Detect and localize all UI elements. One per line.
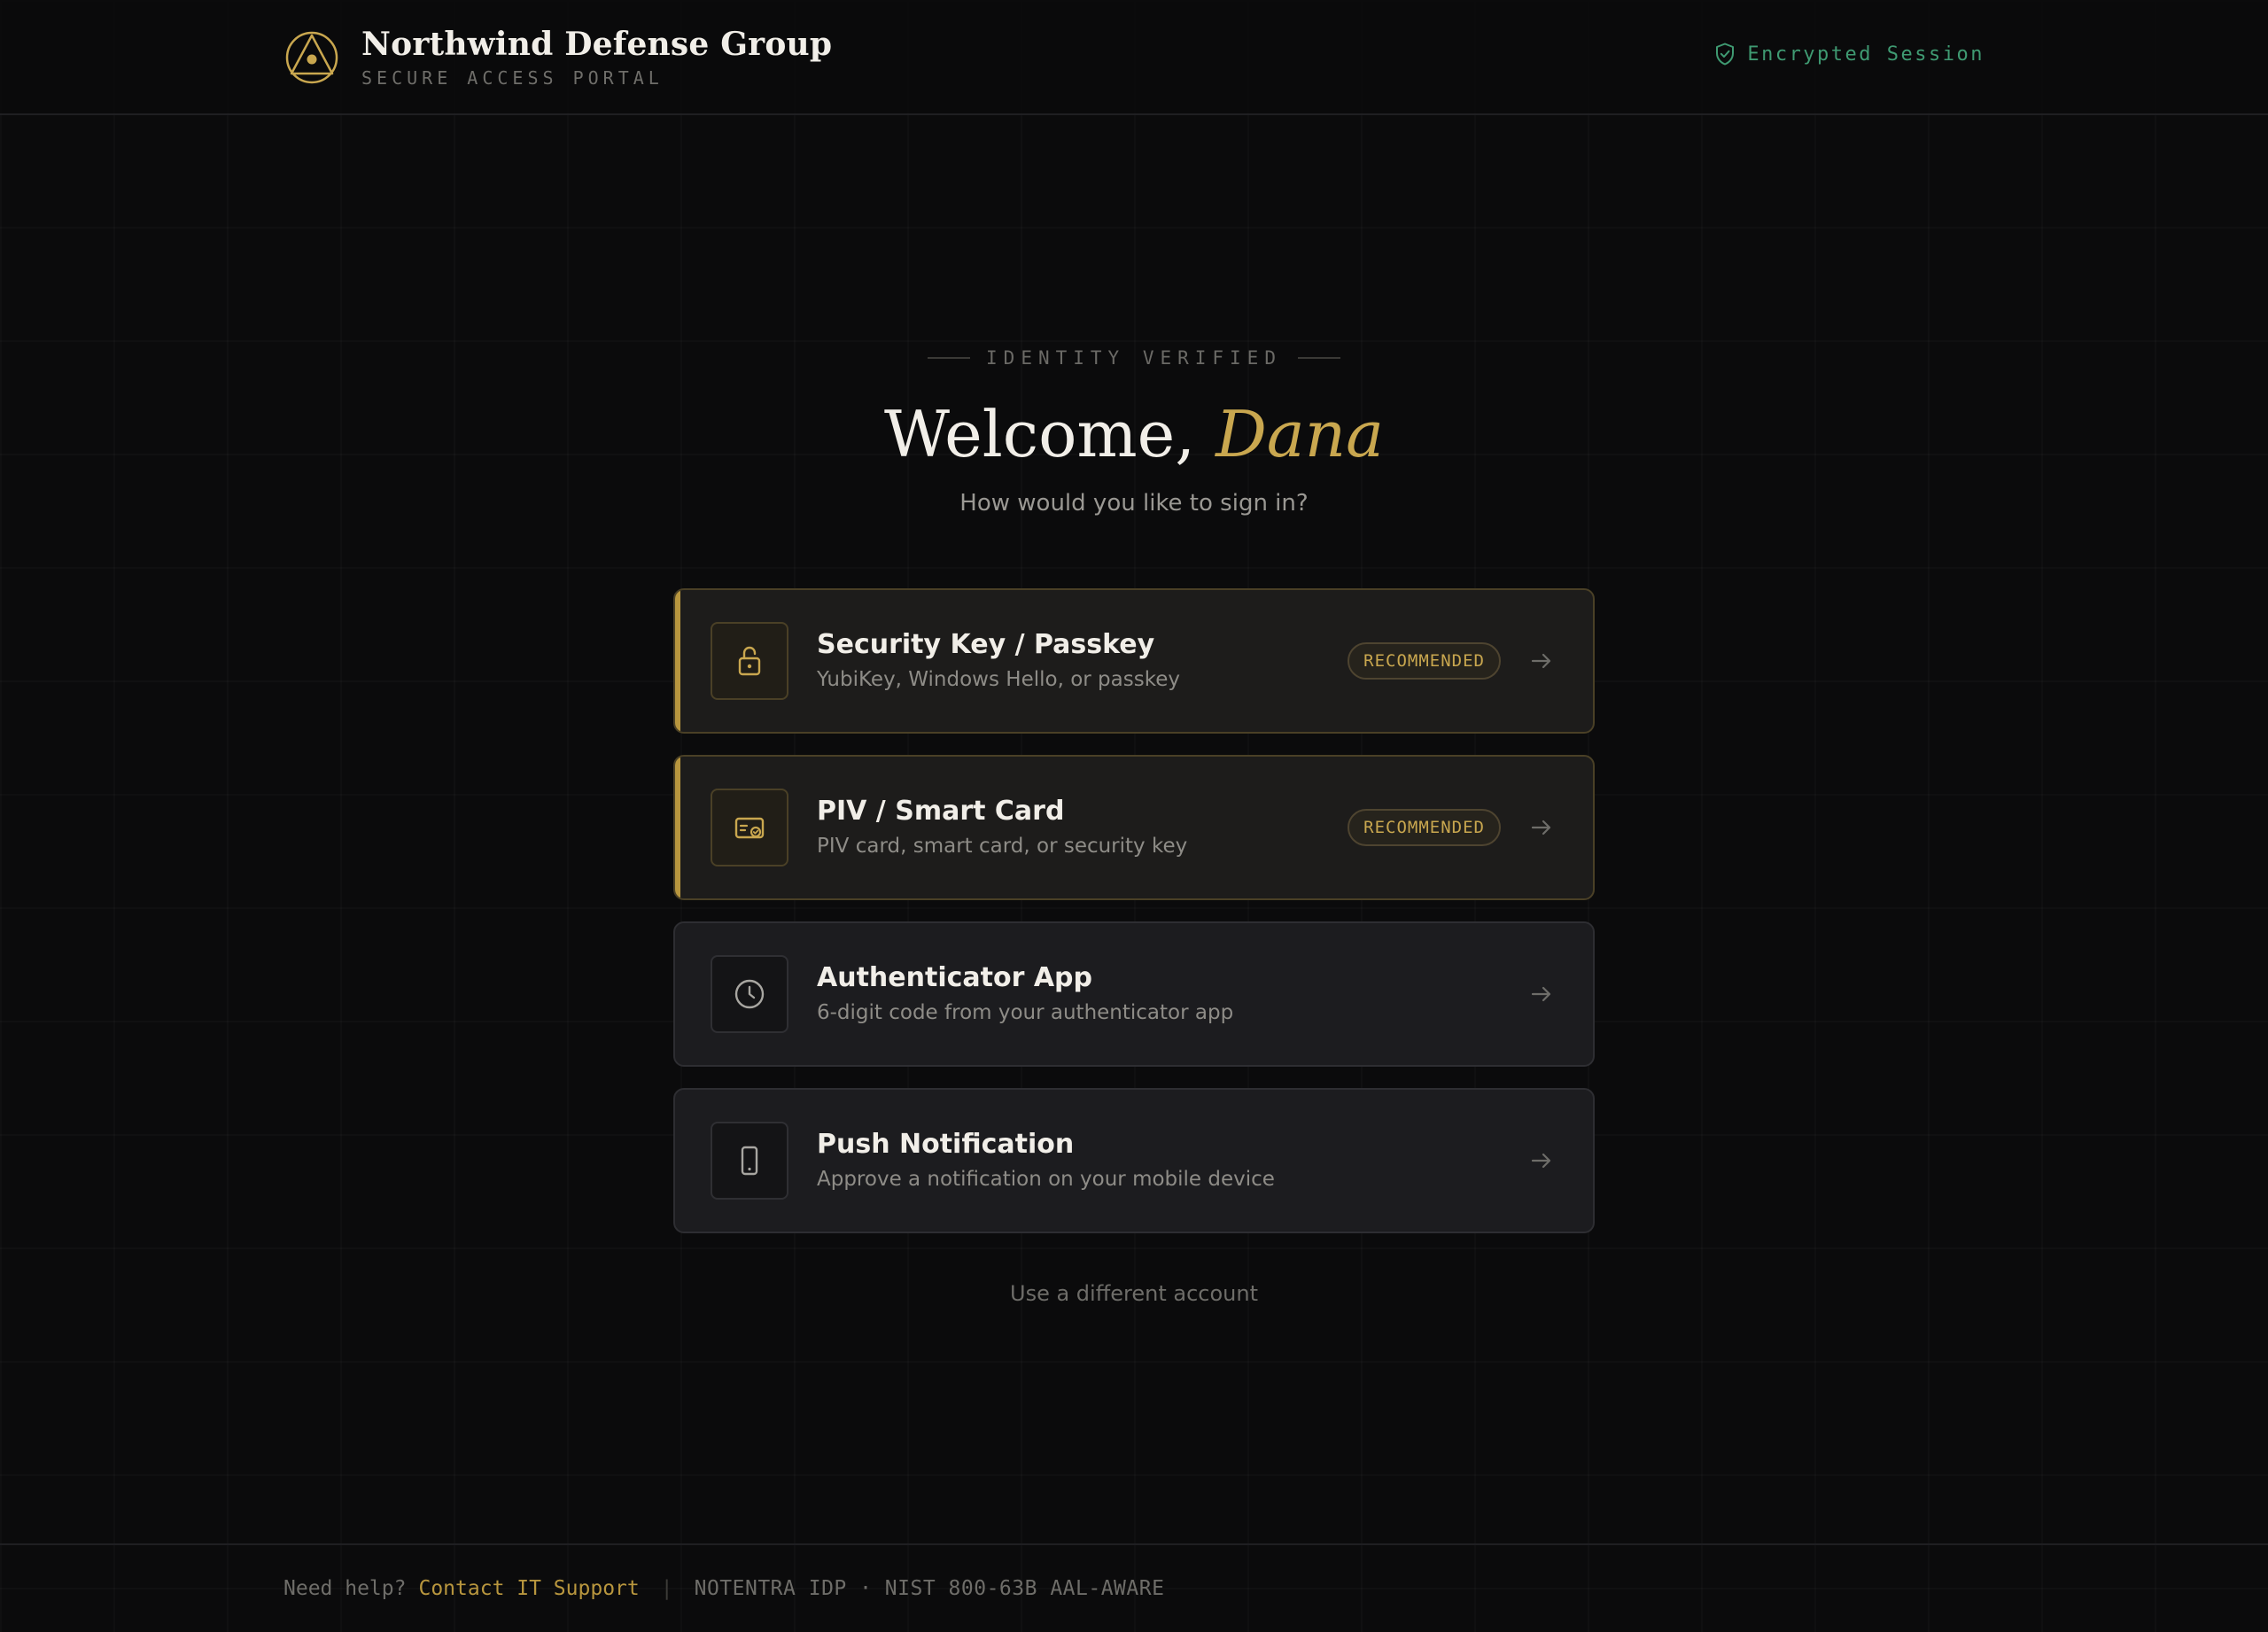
option-icon-box — [711, 622, 788, 700]
clock-icon — [734, 979, 765, 1009]
welcome-greeting: Welcome, — [883, 397, 1196, 471]
option-text: Push Notification Approve a notification… — [817, 1127, 1529, 1194]
portal-label: SECURE ACCESS PORTAL — [361, 67, 664, 89]
org-logo-icon — [285, 31, 338, 84]
footer-content: Need help? Contact IT Support | NOTENTRA… — [284, 1577, 1164, 1600]
brand: Northwind Defense Group SECURE ACCESS PO… — [284, 27, 832, 89]
eyebrow-divider-right — [1297, 357, 1340, 359]
option-push-notification[interactable]: Push Notification Approve a notification… — [673, 1088, 1595, 1233]
different-account-row: Use a different account — [0, 1278, 2268, 1309]
option-description: 6-digit code from your authenticator app — [817, 1001, 1234, 1024]
shield-check-icon — [1716, 43, 1735, 66]
recommended-accent-bar — [675, 590, 680, 732]
sign-in-method-page: Northwind Defense Group SECURE ACCESS PO… — [0, 0, 2268, 1630]
arrow-right-icon — [1531, 820, 1551, 835]
welcome-heading: Welcome, Dana — [0, 390, 2268, 478]
recommended-badge: RECOMMENDED — [1348, 809, 1501, 846]
option-piv-smart-card[interactable]: PIV / Smart Card PIV card, smart card, o… — [673, 755, 1595, 900]
unlocked-padlock-icon — [738, 646, 761, 676]
option-description: YubiKey, Windows Hello, or passkey — [817, 668, 1180, 691]
option-description: Approve a notification on your mobile de… — [817, 1168, 1275, 1191]
option-text: PIV / Smart Card PIV card, smart card, o… — [817, 794, 1348, 861]
option-icon-box — [711, 955, 788, 1033]
option-authenticator-app[interactable]: Authenticator App 6-digit code from your… — [673, 921, 1595, 1067]
footer-separator: | — [660, 1577, 673, 1600]
option-title: PIV / Smart Card — [817, 796, 1065, 827]
arrow-right-icon — [1531, 1153, 1551, 1169]
option-text: Security Key / Passkey YubiKey, Windows … — [817, 627, 1348, 695]
option-icon-box — [711, 1122, 788, 1200]
arrow-right-icon — [1531, 653, 1551, 669]
use-different-account-link[interactable]: Use a different account — [1010, 1281, 1258, 1306]
smart-card-icon — [734, 817, 765, 839]
option-icon-box — [711, 789, 788, 867]
option-title: Authenticator App — [817, 962, 1092, 993]
sign-in-prompt: How would you like to sign in? — [959, 490, 1309, 517]
welcome-user-name: Dana — [1216, 397, 1385, 471]
page-footer: Need help? Contact IT Support | NOTENTRA… — [0, 1543, 2268, 1632]
contact-it-support-link[interactable]: Contact IT Support — [418, 1577, 639, 1600]
identity-verified-eyebrow: IDENTITY VERIFIED — [0, 347, 2268, 369]
option-title: Push Notification — [817, 1129, 1075, 1160]
session-status-text: Encrypted Session — [1747, 43, 1984, 66]
top-header: Northwind Defense Group SECURE ACCESS PO… — [0, 0, 2268, 115]
recommended-badge: RECOMMENDED — [1348, 642, 1501, 680]
footer-meta: NOTENTRA IDP · NIST 800-63B AAL-AWARE — [694, 1577, 1165, 1600]
option-text: Authenticator App 6-digit code from your… — [817, 960, 1529, 1028]
org-name: Northwind Defense Group — [361, 26, 833, 63]
brand-text: Northwind Defense Group SECURE ACCESS PO… — [361, 27, 832, 89]
sign-in-options: Security Key / Passkey YubiKey, Windows … — [673, 588, 1595, 1255]
option-description: PIV card, smart card, or security key — [817, 835, 1188, 858]
option-security-key[interactable]: Security Key / Passkey YubiKey, Windows … — [673, 588, 1595, 734]
arrow-right-icon — [1531, 986, 1551, 1002]
option-title: Security Key / Passkey — [817, 629, 1155, 660]
encrypted-session-indicator: Encrypted Session — [1715, 43, 1984, 66]
eyebrow-divider-left — [928, 357, 971, 359]
mobile-phone-icon — [741, 1146, 758, 1176]
footer-help-text: Need help? — [284, 1577, 407, 1600]
eyebrow-text: IDENTITY VERIFIED — [986, 347, 1282, 369]
recommended-accent-bar — [675, 757, 680, 898]
